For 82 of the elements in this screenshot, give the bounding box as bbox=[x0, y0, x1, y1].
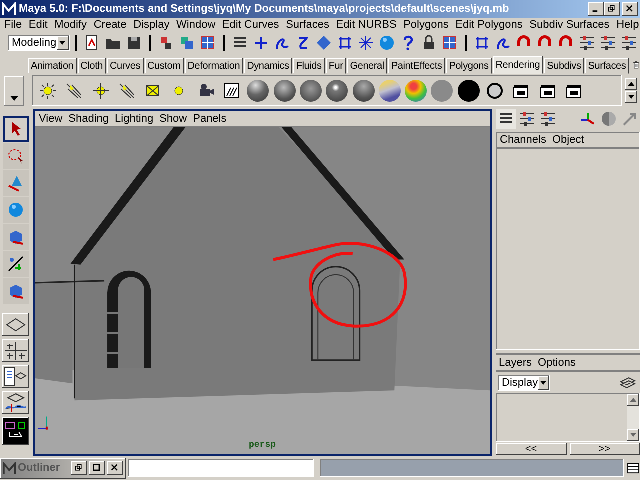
graph-layout-icon[interactable] bbox=[2, 391, 29, 414]
viewport-menu-item[interactable]: Shading bbox=[66, 112, 112, 124]
burst-icon[interactable] bbox=[356, 33, 376, 53]
scroll-up-icon[interactable] bbox=[627, 394, 639, 406]
menu-item[interactable]: Window bbox=[173, 19, 220, 31]
sliders-icon[interactable] bbox=[598, 33, 618, 53]
menu-item[interactable]: Help bbox=[613, 19, 640, 31]
cursor-icon[interactable] bbox=[2, 116, 28, 142]
layer-menu-item[interactable]: Options bbox=[535, 356, 579, 368]
outliner-title: Outliner bbox=[18, 462, 60, 474]
layer-nav-button[interactable]: >> bbox=[570, 443, 640, 455]
menu-item[interactable]: Display bbox=[130, 19, 174, 31]
shelf-tab[interactable]: Fur bbox=[326, 58, 346, 74]
script-editor-icon[interactable] bbox=[626, 461, 640, 475]
sphere-icon[interactable] bbox=[458, 78, 480, 102]
shelf-tab[interactable]: Custom bbox=[144, 58, 184, 74]
viewport-menu-item[interactable]: Show bbox=[156, 112, 190, 124]
menu-item[interactable]: Surfaces bbox=[282, 19, 333, 31]
command-field[interactable] bbox=[128, 459, 314, 477]
menu-item[interactable]: Subdiv Surfaces bbox=[526, 19, 614, 31]
menu-item[interactable]: Edit bbox=[26, 19, 52, 31]
caret-icon[interactable] bbox=[10, 96, 18, 100]
sphere-icon[interactable] bbox=[326, 78, 348, 102]
viewport-menu-item[interactable]: Lighting bbox=[112, 112, 157, 124]
menu-item[interactable]: Create bbox=[90, 19, 130, 31]
shelf-tab[interactable]: Surfaces bbox=[585, 58, 630, 74]
viewport-menu-item[interactable]: View bbox=[36, 112, 66, 124]
scroll-down-icon[interactable] bbox=[625, 91, 637, 103]
shelf-tab[interactable]: Deformation bbox=[184, 58, 244, 74]
list-icon[interactable] bbox=[496, 109, 516, 129]
menu-item[interactable]: Polygons bbox=[400, 19, 452, 31]
menu-item[interactable]: Edit Polygons bbox=[452, 19, 526, 31]
shelf-tab[interactable]: Cloth bbox=[78, 58, 106, 74]
menu-item[interactable]: File bbox=[1, 19, 26, 31]
mode-dropdown[interactable]: Modeling bbox=[8, 35, 70, 51]
scrollbar[interactable] bbox=[627, 394, 639, 441]
shelf-tab[interactable]: Polygons bbox=[446, 58, 492, 74]
sphere-icon[interactable] bbox=[352, 78, 375, 102]
shelf-tab[interactable]: Dynamics bbox=[244, 58, 292, 74]
node-layout-icon[interactable] bbox=[2, 417, 29, 445]
shelf-tab[interactable]: Animation bbox=[28, 58, 77, 74]
half-circle-icon[interactable] bbox=[599, 109, 619, 129]
scroll-down-icon[interactable] bbox=[627, 429, 639, 441]
sliders-icon[interactable] bbox=[577, 33, 597, 53]
channel-menu-item[interactable]: Channels bbox=[497, 134, 550, 146]
sliders-icon[interactable] bbox=[619, 33, 639, 53]
channel-menu-item[interactable]: Object bbox=[549, 134, 588, 146]
four-view-layout-icon[interactable] bbox=[2, 339, 29, 362]
shelf-tab[interactable]: Curves bbox=[107, 58, 144, 74]
restore-icon[interactable] bbox=[70, 461, 87, 475]
sliders-icon[interactable] bbox=[538, 109, 558, 129]
menu-item[interactable]: Edit NURBS bbox=[332, 19, 400, 31]
single-view-layout-icon[interactable] bbox=[2, 313, 29, 336]
sphere-icon[interactable] bbox=[274, 78, 296, 102]
layer-menu-item[interactable]: Layers bbox=[496, 356, 536, 368]
menu-item[interactable]: Modify bbox=[51, 19, 90, 31]
menu-item[interactable]: Edit Curves bbox=[219, 19, 283, 31]
cone-icon[interactable] bbox=[2, 170, 28, 196]
sliders-icon[interactable] bbox=[517, 109, 537, 129]
layer-type-dropdown[interactable]: Display bbox=[498, 374, 550, 390]
app-logo-icon bbox=[3, 462, 16, 474]
shelf-tab[interactable]: General bbox=[347, 58, 388, 74]
axes-icon[interactable] bbox=[2, 251, 28, 277]
viewport-menu-item[interactable]: Panels bbox=[190, 112, 230, 124]
sphere-icon[interactable] bbox=[247, 78, 270, 102]
shelf-tab[interactable]: Rendering bbox=[492, 56, 544, 74]
minimize-icon[interactable] bbox=[588, 2, 604, 16]
shelf-tab[interactable]: PaintEffects bbox=[388, 58, 446, 74]
restore-icon[interactable] bbox=[604, 2, 620, 16]
shelf-menu-button[interactable] bbox=[4, 76, 24, 106]
close-icon[interactable] bbox=[622, 2, 638, 16]
layer-nav-button[interactable]: << bbox=[496, 443, 566, 455]
axis-icon bbox=[37, 416, 48, 430]
shelf-tab[interactable]: Subdivs bbox=[544, 58, 584, 74]
window-title: Maya 5.0: F:\Documents and Settings\jyq\My Documents\maya\projects\default\scenes\jyq.mb bbox=[19, 3, 510, 15]
maximize-icon[interactable] bbox=[88, 461, 105, 475]
scroll-up-icon[interactable] bbox=[625, 78, 637, 90]
app-logo-icon bbox=[2, 2, 16, 16]
close-icon[interactable] bbox=[106, 461, 123, 475]
shelf-tab[interactable]: Fluids bbox=[293, 58, 325, 74]
outliner-layout-icon[interactable] bbox=[2, 365, 29, 388]
camera-label: persp bbox=[249, 440, 276, 450]
